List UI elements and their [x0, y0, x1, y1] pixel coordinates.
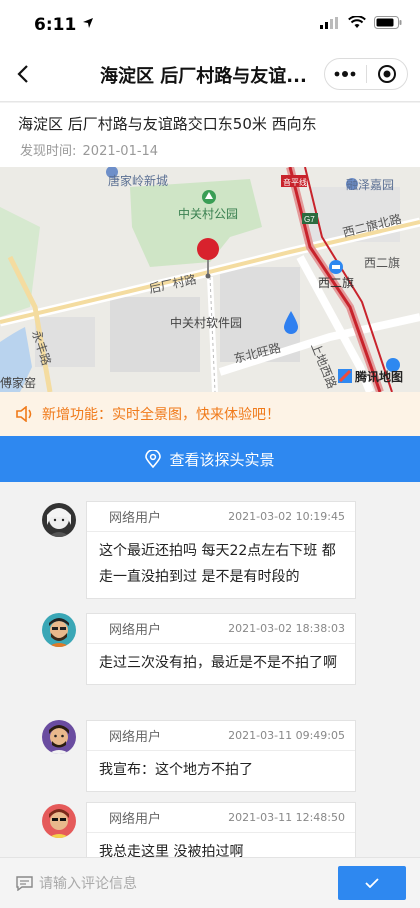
- location-arrow-icon: [83, 18, 94, 28]
- map-canvas: 唐家岭新城 中关村公园 后厂村路 中关村软件园 东北旺路 上地西路 永丰路 傅家…: [0, 167, 420, 392]
- back-button[interactable]: [10, 60, 38, 88]
- comment-header: 网络用户 2021-03-11 12:48:50: [87, 803, 355, 833]
- comment-input[interactable]: 请输入评论信息: [16, 870, 137, 896]
- map-logo-text: 腾讯地图: [354, 369, 403, 384]
- map-label: 融泽嘉园: [346, 178, 394, 192]
- battery-icon: [374, 16, 402, 29]
- comment-text: 我宣布：这个地方不拍了: [99, 762, 253, 778]
- status-time: 6:11: [34, 15, 94, 35]
- status-bar: 6:11: [0, 0, 420, 46]
- mini-program-capsule: [324, 58, 408, 90]
- comment-time: 2021-03-11 12:48:50: [228, 811, 345, 824]
- more-button[interactable]: [325, 59, 366, 89]
- close-miniprogram-button[interactable]: [367, 59, 408, 89]
- comment-text: 我总走这里 没被拍过啊: [99, 844, 244, 857]
- comment-user: 网络用户: [109, 623, 162, 638]
- map-label: G7: [304, 215, 315, 224]
- wifi-icon: [348, 16, 366, 28]
- map-label: 傅家窑: [0, 375, 36, 390]
- signal-icon: [320, 16, 338, 29]
- comment-icon: [16, 875, 33, 891]
- avatar: [42, 804, 76, 838]
- status-icons: [320, 16, 402, 29]
- map-label: 中关村公园: [178, 206, 238, 221]
- target-circle-icon: [377, 65, 396, 83]
- avatar: [42, 503, 76, 537]
- check-icon: [365, 878, 379, 888]
- avatar: [42, 720, 76, 754]
- map-label: 唐家岭新城: [108, 173, 168, 188]
- map-view[interactable]: 唐家岭新城 中关村公园 后厂村路 中关村软件园 东北旺路 上地西路 永丰路 傅家…: [0, 167, 420, 392]
- notice-text: 新增功能：实时全景图，快来体验吧！: [42, 407, 280, 423]
- comment-time: 2021-03-02 10:19:45: [228, 510, 345, 523]
- page-title: 海淀区 后厂村路与友谊...: [100, 66, 307, 87]
- comment-time: 2021-03-11 09:49:05: [228, 729, 345, 742]
- submit-comment-button[interactable]: [338, 866, 406, 900]
- comment-bubble: 网络用户 2021-03-11 12:48:50 我总走这里 没被拍过啊: [86, 802, 356, 857]
- address-panel: 海淀区 后厂村路与友谊路交口东50米 西向东 发现时间: 2021-01-14: [0, 103, 420, 167]
- comment-user: 网络用户: [109, 511, 162, 526]
- comment-header: 网络用户 2021-03-02 18:38:03: [87, 614, 355, 644]
- more-dots-icon: [334, 71, 356, 77]
- found-date-value: 2021-01-14: [82, 144, 159, 159]
- map-label: 中关村软件园: [170, 315, 242, 330]
- address-title: 海淀区 后厂村路与友谊路交口东50米 西向东: [18, 115, 317, 133]
- comment-bar: 请输入评论信息: [0, 857, 420, 908]
- comment-header: 网络用户 2021-03-02 10:19:45: [87, 502, 355, 532]
- comment-bubble: 网络用户 2021-03-02 18:38:03 走过三次没有拍，最近是不是不拍…: [86, 613, 356, 685]
- comment-text: 这个最近还拍吗 每天22点左右下班 都走一直没拍到过 是不是有时段的: [99, 543, 336, 585]
- avatar: [42, 613, 76, 647]
- view-camera-label: 查看该探头实景: [169, 450, 275, 469]
- comment-list[interactable]: 网络用户 2021-03-02 10:19:45 这个最近还拍吗 每天22点左右…: [0, 482, 420, 857]
- found-date: 发现时间: 2021-01-14: [18, 140, 402, 159]
- comment-user: 网络用户: [109, 812, 162, 827]
- speaker-icon: [16, 406, 32, 422]
- nav-bar: 海淀区 后厂村路与友谊...: [0, 46, 420, 102]
- comment-bubble: 网络用户 2021-03-11 09:49:05 我宣布：这个地方不拍了: [86, 720, 356, 792]
- app-page: 6:11 海淀区 后厂村路与友谊... 海淀区 后厂村路与友谊路交口东50米 西…: [0, 0, 420, 908]
- location-pin-icon: [197, 238, 219, 260]
- location-marker-icon: [145, 450, 162, 468]
- comment-time: 2021-03-02 18:38:03: [228, 622, 345, 635]
- map-label: 西二旗: [364, 255, 400, 270]
- block: [110, 297, 200, 372]
- comment-header: 网络用户 2021-03-11 09:49:05: [87, 721, 355, 751]
- map-label: 西二旗: [318, 275, 354, 290]
- comment-user: 网络用户: [109, 730, 162, 745]
- chevron-left-icon: [17, 65, 28, 83]
- comment-bubble: 网络用户 2021-03-02 10:19:45 这个最近还拍吗 每天22点左右…: [86, 501, 356, 599]
- feature-notice[interactable]: 新增功能：实时全景图，快来体验吧！: [0, 392, 420, 436]
- comment-placeholder: 请输入评论信息: [39, 876, 137, 892]
- map-label: 音平线: [283, 177, 307, 187]
- view-camera-button[interactable]: 查看该探头实景: [0, 436, 420, 482]
- found-date-label: 发现时间:: [20, 144, 77, 159]
- comment-text: 走过三次没有拍，最近是不是不拍了啊: [99, 655, 337, 671]
